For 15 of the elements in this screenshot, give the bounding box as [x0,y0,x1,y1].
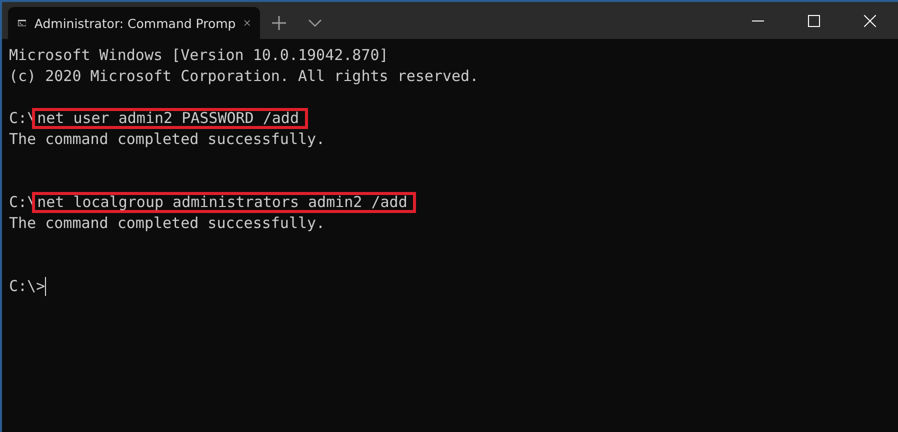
output-line: The command completed successfully. [9,129,326,150]
text-cursor [45,277,46,296]
output-line: The command completed successfully. [9,213,326,234]
close-icon[interactable] [864,15,876,27]
command-text: net localgroup administrators admin2 /add [32,192,416,213]
command-text: net user admin2 PASSWORD /add [32,108,308,129]
tab[interactable]: Administrator: Command Promp [8,7,260,39]
dropdown-icon[interactable] [308,19,322,27]
close-tab-icon[interactable] [244,17,250,29]
prompt: C:\> [9,276,46,297]
output-line: (c) 2020 Microsoft Corporation. All rights reserved. [9,66,479,87]
maximize-icon[interactable] [808,15,820,27]
output-line: Microsoft Windows [Version 10.0.19042.870] [9,45,388,66]
terminal-icon [18,17,26,29]
new-tab-icon[interactable] [272,16,286,30]
